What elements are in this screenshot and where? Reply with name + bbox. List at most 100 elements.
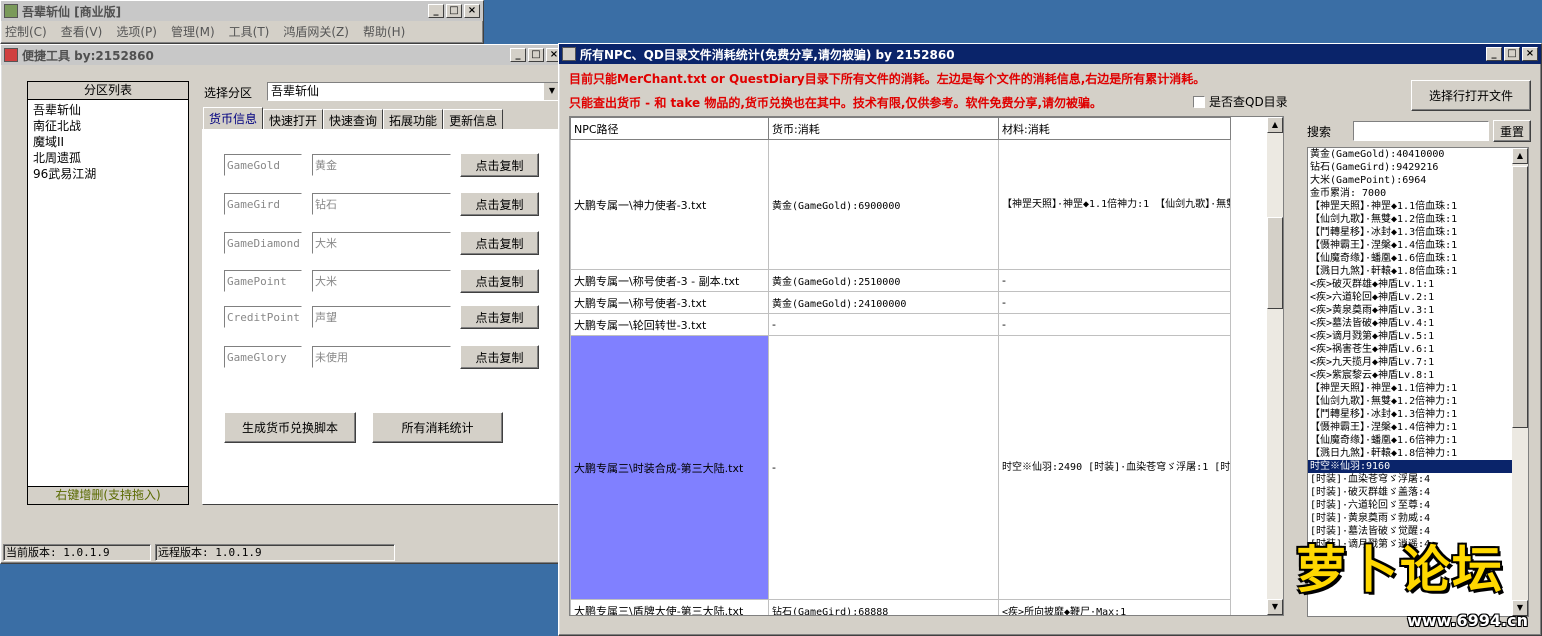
reset-button[interactable]: 重置 (1493, 120, 1531, 142)
menu-options[interactable]: 选项(P) (116, 23, 157, 40)
tab-quick-query[interactable]: 快速查询 (323, 109, 384, 129)
cell-material[interactable]: <疾>所向披靡◆鞭尸·Max:1 (998, 599, 1231, 615)
table-row[interactable]: 大鹏专属三\盾牌大使-第三大陆.txt 钻石(GameGird):68888 <… (570, 599, 1231, 615)
currency-key-gamegold[interactable]: GameGold (224, 154, 302, 176)
cell-path[interactable]: 大鹏专属一\神力使者-3.txt (570, 139, 769, 270)
cell-material[interactable]: - (998, 291, 1231, 314)
list-item[interactable]: <疾>破灭群雄◆神盾Lv.1:1 (1308, 278, 1512, 291)
table-scrollbar[interactable]: ▲ ▼ (1267, 117, 1283, 615)
cell-material[interactable]: - (998, 269, 1231, 292)
tool-titlebar[interactable]: 便捷工具 by:2152860 _ □ × (1, 45, 565, 65)
close-icon[interactable]: × (1522, 47, 1538, 61)
list-item[interactable]: 【仙剑九歌】·無雙◆1.2倍血珠:1 (1308, 213, 1512, 226)
search-input[interactable] (1353, 121, 1489, 141)
column-header-path[interactable]: NPC路径 (570, 117, 769, 140)
generate-exchange-script-button[interactable]: 生成货币兑换脚本 (224, 412, 356, 443)
list-item[interactable]: 黄金(GameGold):40410000 (1308, 148, 1512, 161)
currency-value-gamepoint[interactable]: 大米 (312, 270, 451, 292)
stats-titlebar[interactable]: 所有NPC、QD目录文件消耗统计(免费分享,请勿被骗) by 2152860 _… (559, 44, 1541, 64)
cell-material[interactable]: 【神罡天照】·神罡◆1.1倍神力:1 【仙剑九歌】·無雙◆1.2倍神力:1 【鬥… (998, 139, 1231, 270)
list-item[interactable]: <疾>墓法皆破◆神盾Lv.4:1 (1308, 317, 1512, 330)
column-header-currency[interactable]: 货币:消耗 (768, 117, 999, 140)
scroll-up-icon[interactable]: ▲ (1512, 148, 1528, 164)
list-item[interactable]: 【慑神霸王】·涅槃◆1.4倍神力:1 (1308, 421, 1512, 434)
tab-extensions[interactable]: 拓展功能 (383, 109, 444, 129)
table-row[interactable]: 大鹏专属三\时装合成-第三大陆.txt - 时空※仙羽:2490 [时装]·血染… (570, 335, 1231, 600)
qd-checkbox-row[interactable]: 是否查QD目录 (1193, 93, 1288, 110)
list-item[interactable]: [时装]·黄泉奠雨ゞ勃威:4 (1308, 512, 1512, 525)
tab-currency[interactable]: 货币信息 (203, 107, 264, 129)
currency-value-gameglory[interactable]: 未使用 (312, 346, 451, 368)
list-item[interactable]: 【神罡天照】·神罡◆1.1倍神力:1 (1308, 382, 1512, 395)
currency-value-gamegird[interactable]: 钻石 (312, 193, 451, 215)
list-item[interactable]: 【鬥轉星移】·冰封◆1.3倍神力:1 (1308, 408, 1512, 421)
copy-button[interactable]: 点击复制 (460, 345, 539, 369)
close-icon[interactable]: × (464, 4, 480, 18)
list-item[interactable]: 【鬥轉星移】·冰封◆1.3倍血珠:1 (1308, 226, 1512, 239)
table-row[interactable]: 大鹏专属一\称号使者-3 - 副本.txt 黄金(GameGold):25100… (570, 269, 1231, 292)
currency-value-creditpoint[interactable]: 声望 (312, 306, 451, 328)
table-row[interactable]: 大鹏专属一\神力使者-3.txt 黄金(GameGold):6900000 【神… (570, 139, 1231, 270)
maximize-icon[interactable]: □ (446, 4, 462, 18)
list-item[interactable]: 【仙魔奇缘】·蟠凰◆1.6倍神力:1 (1308, 434, 1512, 447)
open-selected-file-button[interactable]: 选择行打开文件 (1411, 80, 1531, 111)
maximize-icon[interactable]: □ (528, 48, 544, 62)
partition-item[interactable]: 北周遗孤 (33, 150, 183, 166)
cell-path[interactable]: 大鹏专属三\盾牌大使-第三大陆.txt (570, 599, 769, 615)
list-item[interactable]: 【仙魔奇缘】·蟠凰◆1.6倍血珠:1 (1308, 252, 1512, 265)
list-item[interactable]: <疾>祸害苍生◆神盾Lv.6:1 (1308, 343, 1512, 356)
partition-list[interactable]: 吾辈斩仙 南征北战 魔域II 北周遗孤 96武易江湖 (28, 100, 188, 184)
cell-currency[interactable]: 黄金(GameGold):2510000 (768, 269, 999, 292)
tab-quick-open[interactable]: 快速打开 (263, 109, 324, 129)
menu-help[interactable]: 帮助(H) (363, 23, 405, 40)
column-header-material[interactable]: 材料:消耗 (998, 117, 1231, 140)
all-consumption-stats-button[interactable]: 所有消耗统计 (372, 412, 503, 443)
currency-value-gamediamond[interactable]: 大米 (312, 232, 451, 254)
currency-key-gamegird[interactable]: GameGird (224, 193, 302, 215)
list-item[interactable]: 【慑神霸王】·涅槃◆1.4倍血珠:1 (1308, 239, 1512, 252)
cell-material[interactable]: - (998, 313, 1231, 336)
list-item[interactable]: <疾>谪月戮第◆神盾Lv.5:1 (1308, 330, 1512, 343)
list-item[interactable]: <疾>黄泉奠雨◆神盾Lv.3:1 (1308, 304, 1512, 317)
list-item[interactable]: 【仙剑九歌】·無雙◆1.2倍神力:1 (1308, 395, 1512, 408)
list-item[interactable]: [时装]·六道轮回ゞ至尊:4 (1308, 499, 1512, 512)
cell-material[interactable]: 时空※仙羽:2490 [时装]·血染苍穹ゞ浮屠:1 [时装]·破灭群雄ゞ盖落:1… (998, 335, 1231, 600)
partition-item[interactable]: 魔域II (33, 134, 183, 150)
cell-path[interactable]: 大鹏专属三\时装合成-第三大陆.txt (570, 335, 769, 600)
menu-gateway[interactable]: 鸿盾网关(Z) (283, 23, 349, 40)
list-item[interactable]: 钻石(GameGird):9429216 (1308, 161, 1512, 174)
copy-button[interactable]: 点击复制 (460, 231, 539, 255)
currency-key-gameglory[interactable]: GameGlory (224, 346, 302, 368)
main-titlebar[interactable]: 吾辈斩仙 [商业版] _ □ × (1, 1, 483, 21)
currency-key-creditpoint[interactable]: CreditPoint (224, 306, 302, 328)
scroll-down-icon[interactable]: ▼ (1267, 599, 1283, 615)
cell-currency[interactable]: 黄金(GameGold):24100000 (768, 291, 999, 314)
list-item[interactable]: 大米(GamePoint):6964 (1308, 174, 1512, 187)
list-item[interactable]: <疾>九天揽月◆神盾Lv.7:1 (1308, 356, 1512, 369)
menu-view[interactable]: 查看(V) (61, 23, 103, 40)
cell-path[interactable]: 大鹏专属一\称号使者-3 - 副本.txt (570, 269, 769, 292)
scroll-up-icon[interactable]: ▲ (1267, 117, 1283, 133)
partition-item[interactable]: 南征北战 (33, 118, 183, 134)
menu-tools[interactable]: 工具(T) (229, 23, 270, 40)
list-item[interactable]: 【溅日九煞】·軒轅◆1.8倍神力:1 (1308, 447, 1512, 460)
maximize-icon[interactable]: □ (1504, 47, 1520, 61)
copy-button[interactable]: 点击复制 (460, 269, 539, 293)
copy-button[interactable]: 点击复制 (460, 305, 539, 329)
table-row[interactable]: 大鹏专属一\轮回转世-3.txt - - (570, 313, 1231, 336)
menu-control[interactable]: 控制(C) (5, 23, 47, 40)
minimize-icon[interactable]: _ (428, 4, 444, 18)
partition-item[interactable]: 96武易江湖 (33, 166, 183, 182)
list-item[interactable]: <疾>紫宸黎云◆神盾Lv.8:1 (1308, 369, 1512, 382)
list-item[interactable]: [时装]·血染苍穹ゞ浮屠:4 (1308, 473, 1512, 486)
currency-value-gamegold[interactable]: 黄金 (312, 154, 451, 176)
copy-button[interactable]: 点击复制 (460, 192, 539, 216)
cell-currency[interactable]: 黄金(GameGold):6900000 (768, 139, 999, 270)
cell-currency[interactable]: 钻石(GameGird):68888 (768, 599, 999, 615)
currency-key-gamediamond[interactable]: GameDiamond (224, 232, 302, 254)
list-item[interactable]: 【神罡天照】·神罡◆1.1倍血珠:1 (1308, 200, 1512, 213)
cell-path[interactable]: 大鹏专属一\称号使者-3.txt (570, 291, 769, 314)
copy-button[interactable]: 点击复制 (460, 153, 539, 177)
partition-select[interactable]: 吾辈斩仙 ▼ (267, 82, 561, 101)
summary-scroll-thumb[interactable] (1512, 166, 1528, 428)
